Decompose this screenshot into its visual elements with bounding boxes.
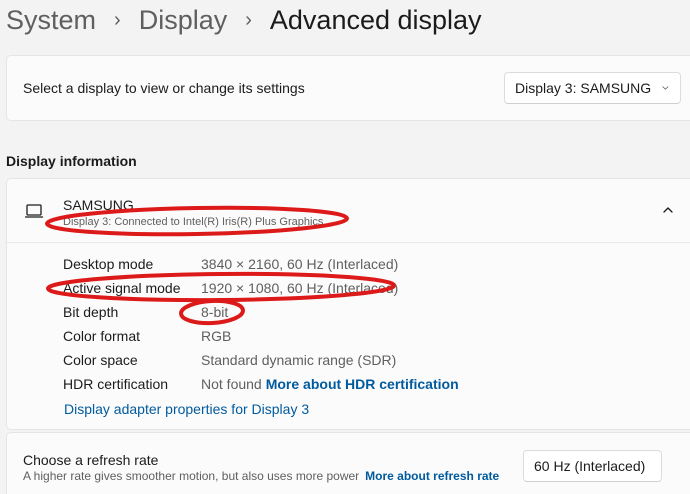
chevron-right-icon: › — [114, 8, 121, 31]
breadcrumb: System › Display › Advanced display — [6, 0, 482, 40]
display-info-header[interactable]: SAMSUNG Display 3: Connected to Intel(R)… — [7, 179, 690, 243]
display-name: SAMSUNG — [63, 197, 134, 213]
property-value: Not found — [201, 376, 262, 392]
property-value: 8-bit — [201, 304, 229, 320]
display-selector-card: Select a display to view or change its s… — [6, 55, 690, 121]
property-row-color-space: Color space Standard dynamic range (SDR) — [63, 352, 683, 372]
property-value: Standard dynamic range (SDR) — [201, 352, 397, 368]
display-connection-subtitle: Display 3: Connected to Intel(R) Iris(R)… — [63, 216, 324, 228]
property-row-desktop-mode: Desktop mode 3840 × 2160, 60 Hz (Interla… — [63, 256, 683, 276]
property-row-hdr-certification: HDR certification Not found More about HD… — [63, 376, 683, 396]
page-title: Advanced display — [269, 4, 482, 35]
property-row-color-format: Color format RGB — [63, 328, 683, 348]
breadcrumb-system[interactable]: System — [6, 5, 96, 36]
refresh-rate-description: A higher rate gives smoother motion, but… — [23, 469, 360, 483]
property-row-bit-depth: Bit depth 8-bit — [63, 304, 683, 324]
property-label: HDR certification — [63, 376, 169, 392]
advanced-display-page: System › Display › Advanced display Sele… — [0, 0, 690, 494]
chevron-down-icon — [662, 86, 669, 90]
display-information-card: SAMSUNG Display 3: Connected to Intel(R)… — [6, 178, 690, 430]
property-label: Bit depth — [63, 304, 119, 320]
display-select-value: Display 3: SAMSUNG — [515, 80, 652, 96]
hdr-certification-link[interactable]: More about HDR certification — [266, 376, 459, 392]
property-value-group: Not found More about HDR certification — [201, 376, 459, 392]
breadcrumb-display[interactable]: Display — [139, 5, 228, 36]
refresh-rate-value: 60 Hz (Interlaced) — [534, 458, 646, 474]
chevron-right-icon: › — [245, 8, 252, 31]
refresh-rate-dropdown[interactable]: 60 Hz (Interlaced) — [523, 450, 662, 482]
refresh-rate-link[interactable]: More about refresh rate — [365, 469, 499, 483]
property-value: 1920 × 1080, 60 Hz (Interlaced) — [201, 280, 399, 296]
property-label: Active signal mode — [63, 280, 181, 296]
property-label: Color format — [63, 328, 141, 344]
property-value: RGB — [201, 328, 232, 344]
chevron-up-icon[interactable] — [661, 203, 675, 217]
section-title-display-information: Display information — [6, 153, 137, 169]
monitor-icon — [25, 204, 44, 218]
property-row-active-signal-mode: Active signal mode 1920 × 1080, 60 Hz (I… — [63, 280, 683, 300]
property-value: 3840 × 2160, 60 Hz (Interlaced) — [201, 256, 399, 272]
display-select-dropdown[interactable]: Display 3: SAMSUNG — [504, 72, 681, 104]
display-selector-label: Select a display to view or change its s… — [23, 80, 305, 96]
property-label: Desktop mode — [63, 256, 154, 272]
refresh-rate-card: Choose a refresh rate A higher rate give… — [6, 432, 690, 494]
display-adapter-properties-link[interactable]: Display adapter properties for Display 3 — [64, 401, 309, 417]
refresh-rate-description-line: A higher rate gives smoother motion, but… — [23, 469, 499, 483]
property-label: Color space — [63, 352, 138, 368]
refresh-rate-title: Choose a refresh rate — [23, 452, 159, 468]
